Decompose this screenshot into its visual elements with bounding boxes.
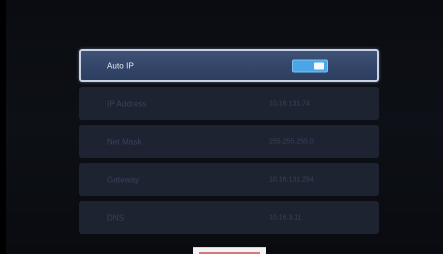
dns-value: 10.16.3.11 bbox=[269, 214, 302, 221]
net-mask-value: 255.255.255.0 bbox=[269, 138, 314, 145]
gateway-row[interactable]: Gateway 10.16.131.254 bbox=[79, 163, 379, 196]
auto-ip-row[interactable]: Auto IP bbox=[79, 49, 379, 82]
gateway-label: Gateway bbox=[107, 175, 140, 184]
ip-address-row[interactable]: IP Address 10.16.131.74 bbox=[79, 87, 379, 120]
left-edge-bar bbox=[0, 0, 6, 254]
bottom-tab bbox=[193, 247, 266, 254]
dns-label: DNS bbox=[107, 213, 125, 222]
net-mask-row[interactable]: Net Mask 255.255.255.0 bbox=[79, 125, 379, 158]
network-settings-panel: Auto IP IP Address 10.16.131.74 Net Mask… bbox=[79, 49, 379, 239]
net-mask-label: Net Mask bbox=[107, 137, 142, 146]
auto-ip-label: Auto IP bbox=[107, 61, 134, 70]
gateway-value: 10.16.131.254 bbox=[269, 176, 314, 183]
network-settings-screen: Auto IP IP Address 10.16.131.74 Net Mask… bbox=[0, 0, 443, 254]
ip-address-value: 10.16.131.74 bbox=[269, 100, 310, 107]
toggle-knob-icon bbox=[314, 62, 324, 69]
auto-ip-toggle[interactable] bbox=[293, 60, 327, 71]
dns-row[interactable]: DNS 10.16.3.11 bbox=[79, 201, 379, 234]
ip-address-label: IP Address bbox=[107, 99, 147, 108]
